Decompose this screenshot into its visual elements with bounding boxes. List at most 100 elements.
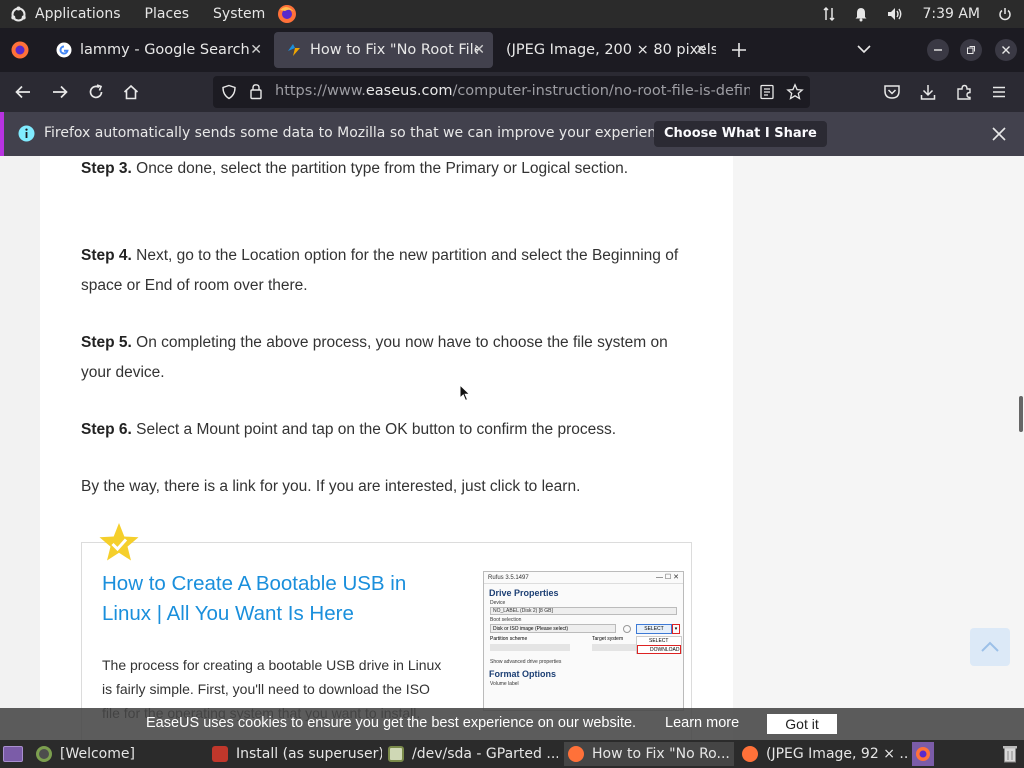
taskbar-item-label: /dev/sda - GParted ... bbox=[412, 746, 558, 762]
system-menu[interactable]: System bbox=[213, 6, 265, 22]
firefox-launcher-icon[interactable] bbox=[277, 4, 297, 24]
ubuntu-logo-icon[interactable] bbox=[10, 6, 27, 23]
downloads-icon[interactable] bbox=[919, 83, 937, 101]
step-text: Once done, select the partition type fro… bbox=[131, 160, 629, 177]
firefox-view-icon[interactable] bbox=[10, 40, 30, 60]
reload-icon[interactable] bbox=[87, 83, 105, 101]
rufus-menu-download: DOWNLOAD bbox=[637, 645, 681, 654]
cookie-message: EaseUS uses cookies to ensure you get th… bbox=[146, 715, 637, 731]
minimize-window-icon[interactable] bbox=[927, 39, 949, 61]
close-tab-icon[interactable]: ✕ bbox=[250, 42, 262, 58]
choose-what-i-share-button[interactable]: Choose What I Share bbox=[654, 121, 827, 147]
volume-icon[interactable] bbox=[886, 6, 904, 22]
trash-icon[interactable] bbox=[1002, 744, 1018, 768]
navigation-toolbar: https://www.easeus.com/computer-instruct… bbox=[0, 72, 1024, 112]
show-desktop-icon[interactable] bbox=[3, 746, 23, 762]
home-icon[interactable] bbox=[122, 83, 140, 101]
rufus-boot-row: Disk or ISO image (Please select) SELECT… bbox=[490, 624, 680, 635]
taskbar-item-label: (JPEG Image, 92 × ... bbox=[766, 746, 908, 762]
step-label: Step 3. bbox=[81, 160, 132, 177]
close-tab-icon[interactable]: ✕ bbox=[695, 42, 707, 58]
chevron-up-icon bbox=[981, 641, 999, 652]
rufus-select-menu: SELECT DOWNLOAD bbox=[636, 636, 682, 654]
rufus-device-label: Device bbox=[490, 600, 506, 606]
app-menu-icon[interactable] bbox=[991, 84, 1007, 100]
learn-more-link[interactable]: Learn more bbox=[665, 715, 739, 731]
close-tab-icon[interactable]: ✕ bbox=[473, 42, 485, 58]
tab-strip: lammy - Google Search ✕ How to Fix "No R… bbox=[0, 28, 1024, 72]
new-tab-icon[interactable] bbox=[730, 41, 748, 59]
article-body: Step 3. Once done, select the partition … bbox=[40, 156, 733, 740]
rufus-screenshot-image[interactable]: Rufus 3.5.1497 — ☐ ✕ Drive Properties De… bbox=[483, 571, 684, 711]
lock-icon[interactable] bbox=[249, 83, 263, 100]
got-it-button[interactable]: Got it bbox=[767, 714, 837, 734]
url-prefix: https://www. bbox=[275, 83, 366, 99]
google-icon bbox=[56, 42, 72, 58]
reader-view-icon[interactable] bbox=[759, 84, 775, 100]
rufus-format-options-heading: Format Options bbox=[489, 669, 556, 679]
url-text[interactable]: https://www.easeus.com/computer-instruct… bbox=[275, 83, 750, 99]
tab-label: lammy - Google Search bbox=[80, 42, 250, 58]
step-text: On completing the above process, you now… bbox=[81, 334, 668, 381]
restore-window-icon[interactable] bbox=[960, 39, 982, 61]
rufus-select-button: SELECT bbox=[636, 624, 672, 634]
tab-label: How to Fix "No Root File bbox=[310, 42, 478, 58]
rufus-volume-label: Volume label bbox=[490, 681, 519, 687]
taskbar-item-label: Install (as superuser) bbox=[236, 746, 382, 762]
network-icon[interactable] bbox=[822, 6, 836, 22]
step-label: Step 4. bbox=[81, 247, 132, 264]
taskbar-item-firefox-easeus[interactable]: How to Fix "No Ro... bbox=[564, 742, 734, 766]
list-all-tabs-icon[interactable] bbox=[856, 43, 872, 55]
firefox-icon bbox=[742, 746, 758, 762]
welcome-app-icon bbox=[36, 746, 52, 762]
tab-google-search[interactable]: lammy - Google Search ✕ bbox=[44, 32, 270, 68]
extensions-icon[interactable] bbox=[955, 83, 973, 101]
taskbar-item-label: [Welcome] bbox=[60, 746, 135, 762]
page-left-margin bbox=[0, 156, 40, 740]
scroll-to-top-button[interactable] bbox=[970, 628, 1010, 666]
back-icon[interactable] bbox=[14, 83, 32, 101]
notification-accent bbox=[0, 112, 4, 156]
power-icon[interactable] bbox=[998, 7, 1012, 21]
rufus-advanced-toggle: Show advanced drive properties bbox=[490, 659, 562, 665]
rufus-boot-select: Disk or ISO image (Please select) bbox=[490, 624, 616, 633]
forward-icon[interactable] bbox=[51, 83, 69, 101]
step-text: Select a Mount point and tap on the OK b… bbox=[131, 421, 617, 438]
taskbar-item-firefox-jpeg[interactable]: (JPEG Image, 92 × ... bbox=[740, 742, 908, 766]
clock[interactable]: 7:39 AM bbox=[922, 6, 980, 22]
related-article-title[interactable]: How to Create A Bootable USB in Linux | … bbox=[102, 569, 452, 629]
tab-label: (JPEG Image, 200 × 80 pixels) bbox=[506, 42, 716, 58]
installer-icon bbox=[212, 746, 228, 762]
rufus-partition-row: Partition scheme Target system SELECT DO… bbox=[490, 636, 682, 658]
step-text: Next, go to the Location option for the … bbox=[81, 247, 679, 294]
gparted-icon bbox=[388, 746, 404, 762]
tracking-protection-shield-icon[interactable] bbox=[221, 84, 237, 100]
step-5-paragraph: Step 5. On completing the above process,… bbox=[81, 328, 691, 388]
rufus-check-icon bbox=[623, 625, 631, 633]
taskbar-item-install[interactable]: Install (as superuser) bbox=[212, 742, 382, 766]
page-scrollbar-thumb[interactable] bbox=[1019, 396, 1023, 432]
taskbar-item-gparted[interactable]: /dev/sda - GParted ... bbox=[388, 742, 558, 766]
tab-easeus-article[interactable]: How to Fix "No Root File ✕ bbox=[274, 32, 493, 68]
applications-menu[interactable]: Applications bbox=[35, 6, 121, 22]
taskbar-item-welcome[interactable]: [Welcome] bbox=[36, 742, 206, 766]
step-label: Step 5. bbox=[81, 334, 132, 351]
firefox-icon bbox=[568, 746, 584, 762]
taskbar-item-label: How to Fix "No Ro... bbox=[592, 746, 730, 762]
notification-bell-icon[interactable] bbox=[854, 6, 868, 22]
rufus-partition-select bbox=[490, 644, 570, 651]
places-menu[interactable]: Places bbox=[145, 6, 190, 22]
url-bar[interactable]: https://www.easeus.com/computer-instruct… bbox=[213, 76, 810, 108]
step-label: Step 6. bbox=[81, 421, 132, 438]
bookmark-star-icon[interactable] bbox=[786, 83, 804, 101]
close-window-icon[interactable] bbox=[995, 39, 1017, 61]
firefox-tray-icon[interactable] bbox=[912, 742, 934, 766]
close-notification-icon[interactable] bbox=[991, 126, 1007, 142]
pocket-icon[interactable] bbox=[883, 83, 901, 101]
tab-jpeg-image[interactable]: (JPEG Image, 200 × 80 pixels) ✕ bbox=[494, 32, 716, 68]
web-page: Step 3. Once done, select the partition … bbox=[0, 156, 1024, 740]
rufus-window-controls-icon: — ☐ ✕ bbox=[655, 574, 679, 581]
rufus-device-select: NO_LABEL (Disk 2) [8 GB] bbox=[490, 607, 677, 615]
rufus-menu-select: SELECT bbox=[649, 638, 669, 644]
cookie-consent-bar: EaseUS uses cookies to ensure you get th… bbox=[0, 708, 1024, 740]
